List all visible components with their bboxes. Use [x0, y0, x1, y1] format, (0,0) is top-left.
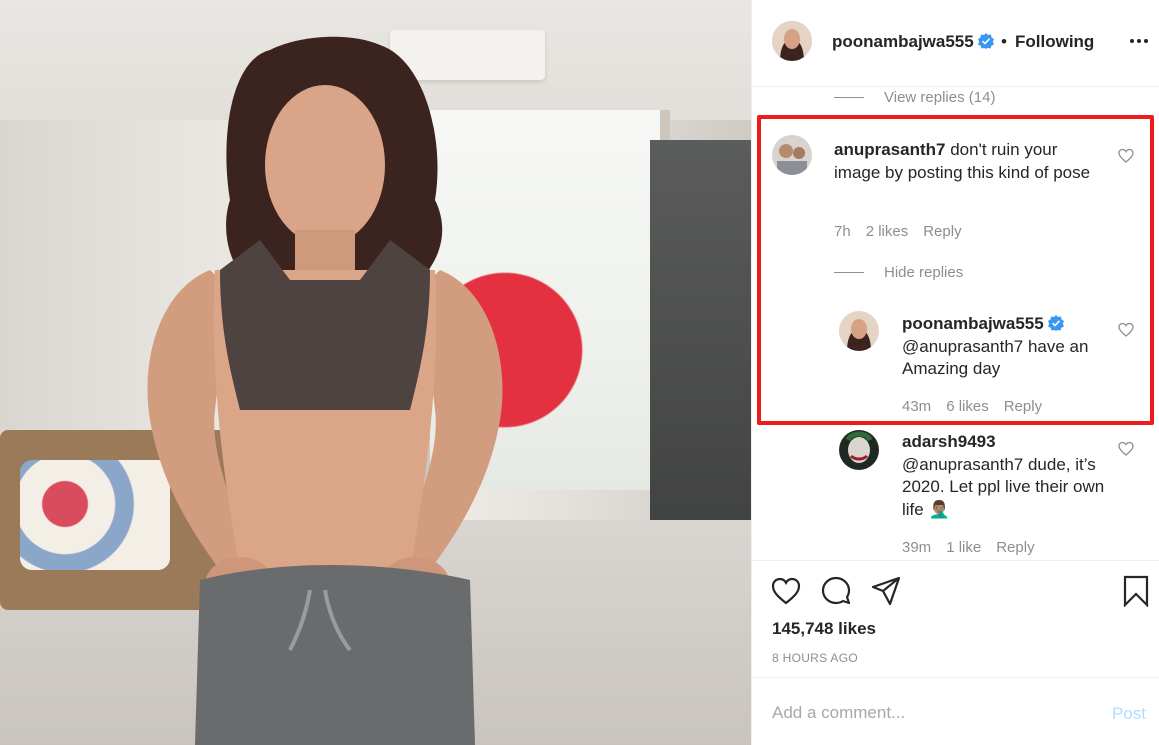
add-comment-bar: Post — [752, 677, 1159, 745]
comments-list[interactable]: View replies (14) anuprasanth7 don't rui… — [752, 87, 1159, 560]
reply-likes[interactable]: 6 likes — [946, 398, 989, 415]
comment-avatar[interactable] — [772, 135, 812, 175]
reply-body: poonambajwa555 @anuprasanth7 have an Ama… — [902, 313, 1112, 381]
share-icon[interactable] — [870, 575, 902, 607]
reply-avatar[interactable] — [839, 311, 879, 351]
reply-body: adarsh9493 @anuprasanth7 dude, it’s 2020… — [902, 431, 1112, 521]
photo-cupboard — [650, 140, 751, 560]
hide-replies-label: Hide replies — [884, 264, 964, 281]
add-comment-input[interactable] — [772, 700, 1072, 726]
photo-person — [147, 36, 503, 745]
reply-username[interactable]: adarsh9493 — [902, 432, 996, 451]
like-reply-heart-icon[interactable] — [1118, 441, 1134, 457]
verified-badge-icon — [1047, 315, 1064, 331]
author-username[interactable]: poonambajwa555 — [832, 32, 994, 52]
post-timestamp[interactable]: 8 HOURS AGO — [772, 651, 858, 665]
like-comment-heart-icon[interactable] — [1118, 148, 1134, 164]
post-sidebar: poonambajwa555 • Following View replies … — [751, 0, 1159, 745]
reply-reply-button[interactable]: Reply — [1004, 398, 1042, 415]
bookmark-icon[interactable] — [1120, 575, 1152, 607]
verified-badge-icon — [977, 33, 994, 49]
post-photo[interactable] — [0, 0, 751, 745]
comment-likes[interactable]: 2 likes — [866, 223, 909, 240]
comment-reply-button[interactable]: Reply — [923, 223, 961, 240]
hide-replies-button[interactable]: Hide replies — [834, 264, 963, 281]
post-header: poonambajwa555 • Following — [752, 0, 1159, 87]
like-heart-icon[interactable] — [770, 575, 802, 607]
like-reply-heart-icon[interactable] — [1118, 322, 1134, 338]
view-replies-label: View replies (14) — [884, 89, 996, 106]
reply-likes[interactable]: 1 like — [946, 539, 981, 556]
author-avatar[interactable] — [772, 21, 812, 61]
post-comment-button[interactable]: Post — [1112, 704, 1146, 724]
post-actions: 145,748 likes 8 HOURS AGO — [752, 560, 1159, 677]
more-options-icon[interactable] — [1128, 30, 1150, 52]
replies-dash — [834, 272, 864, 273]
reply-meta: 39m 1 like Reply — [902, 539, 1035, 556]
view-replies-button[interactable]: View replies (14) — [834, 89, 995, 106]
header-separator: • — [1001, 32, 1007, 51]
reply-age[interactable]: 43m — [902, 398, 931, 415]
reply-mention[interactable]: @anuprasanth7 — [902, 455, 1023, 474]
likes-count[interactable]: 145,748 likes — [772, 619, 876, 639]
comment-username[interactable]: anuprasanth7 — [834, 140, 945, 159]
comment-body: anuprasanth7 don't ruin your image by po… — [834, 139, 1094, 184]
reply-avatar[interactable] — [839, 430, 879, 470]
following-button[interactable]: Following — [1015, 32, 1094, 52]
reply-mention[interactable]: @anuprasanth7 — [902, 337, 1023, 356]
comment-age[interactable]: 7h — [834, 223, 851, 240]
reply-reply-button[interactable]: Reply — [996, 539, 1034, 556]
replies-dash — [834, 97, 864, 98]
reply-meta: 43m 6 likes Reply — [902, 398, 1042, 415]
comment-meta: 7h 2 likes Reply — [834, 223, 962, 240]
comment-icon[interactable] — [820, 575, 852, 607]
reply-username[interactable]: poonambajwa555 — [902, 314, 1044, 333]
reply-age[interactable]: 39m — [902, 539, 931, 556]
